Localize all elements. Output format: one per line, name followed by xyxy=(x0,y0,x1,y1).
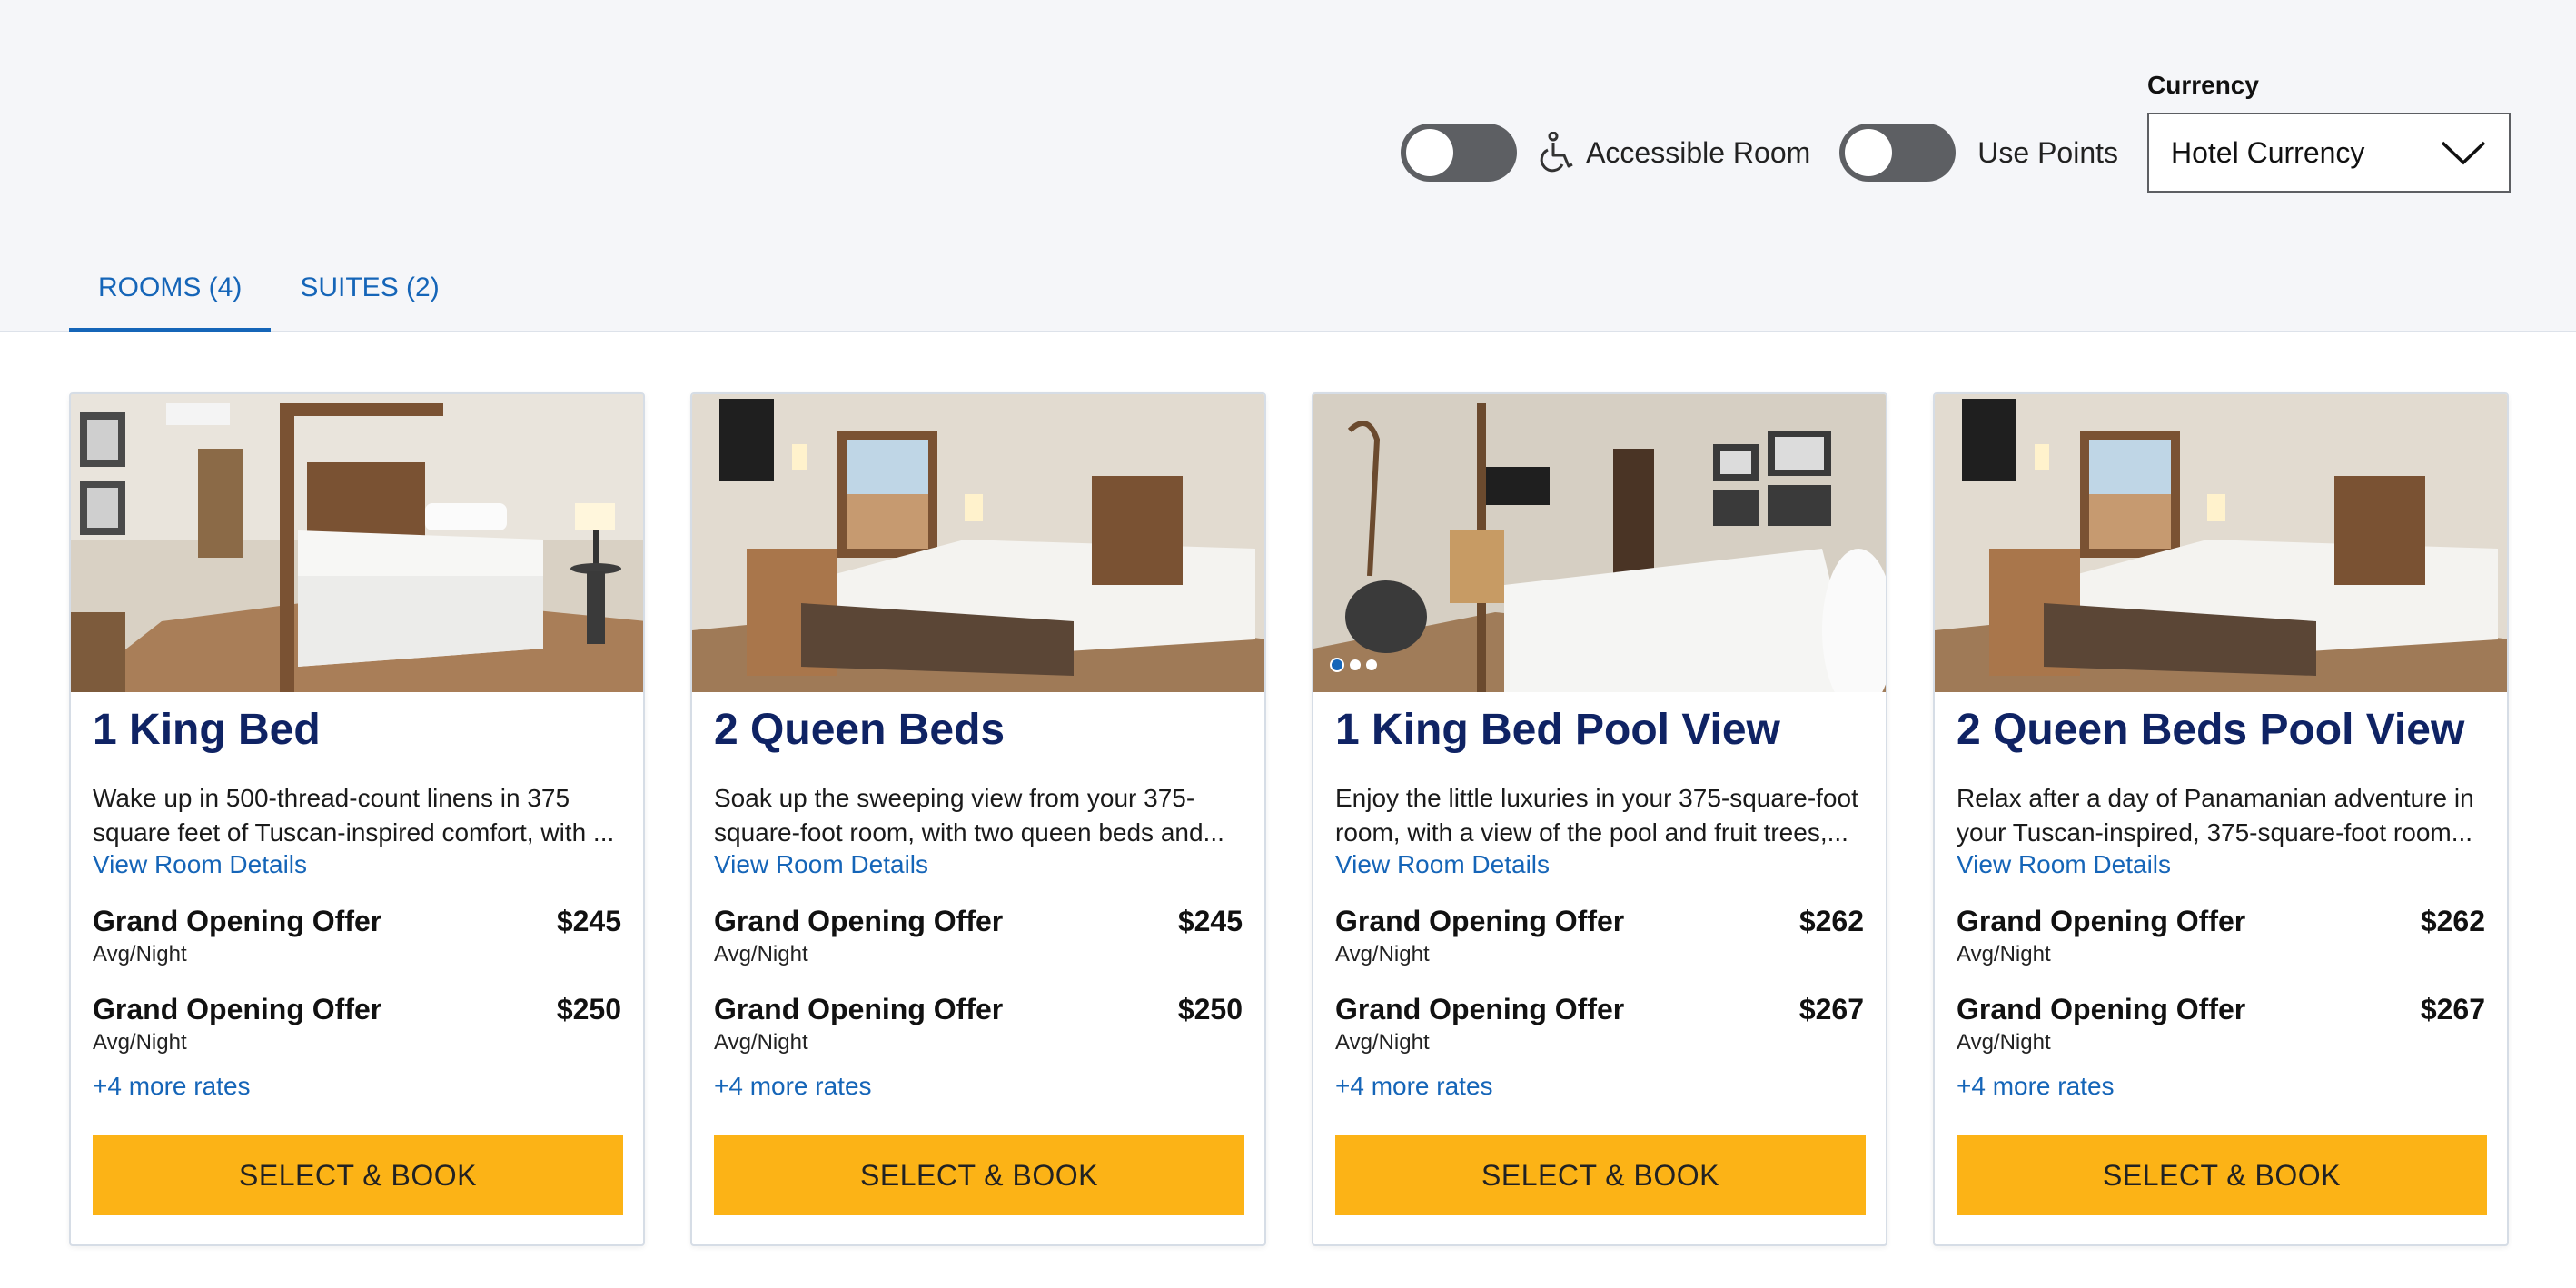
rate-name: Grand Opening Offer xyxy=(1957,905,2246,937)
card-body: 1 King Bed Wake up in 500-thread-count l… xyxy=(71,705,643,1215)
card-body: 2 Queen Beds Soak up the sweeping view f… xyxy=(692,705,1264,1215)
room-description-line: Enjoy the little luxuries in your 375-sq… xyxy=(1335,784,1858,812)
room-title: 2 Queen Beds xyxy=(714,706,1006,754)
select-and-book-button[interactable]: SELECT & BOOK xyxy=(1335,1135,1866,1215)
room-description: Relax after a day of Panamanian adventur… xyxy=(1957,781,2485,850)
room-description-line: Soak up the sweeping view from your 375- xyxy=(714,784,1195,812)
wheelchair-icon xyxy=(1540,132,1573,173)
currency-filter: Currency Hotel Currency xyxy=(2147,71,2511,193)
rate-price: $262 xyxy=(1798,905,1864,937)
rate-price: $250 xyxy=(1177,993,1243,1025)
rate-name: Grand Opening Offer xyxy=(1957,993,2246,1025)
currency-label: Currency xyxy=(2147,71,2259,99)
card-body: 2 Queen Beds Pool View Relax after a day… xyxy=(1935,705,2507,1215)
room-photo[interactable] xyxy=(1935,394,2507,692)
use-points-toggle[interactable] xyxy=(1839,124,1957,182)
view-room-details-link[interactable]: View Room Details xyxy=(1957,850,2485,879)
rate-name: Grand Opening Offer xyxy=(714,993,1004,1025)
room-description-line: square feet of Tuscan-inspired comfort, … xyxy=(93,818,615,847)
more-rates-link[interactable]: +4 more rates xyxy=(1957,1072,2485,1101)
room-description-line: Relax after a day of Panamanian adventur… xyxy=(1957,784,2474,812)
room-description: Enjoy the little luxuries in your 375-sq… xyxy=(1335,781,1864,850)
rate-name: Grand Opening Offer xyxy=(1335,905,1625,937)
room-description: Wake up in 500-thread-count linens in 37… xyxy=(93,781,621,850)
room-card: 1 King Bed Wake up in 500-thread-count l… xyxy=(69,392,645,1246)
room-cards: 1 King Bed Wake up in 500-thread-count l… xyxy=(69,392,2509,1246)
more-rates-link[interactable]: +4 more rates xyxy=(1335,1072,1864,1101)
photo-carousel-dots xyxy=(1330,658,1377,672)
room-card: 2 Queen Beds Pool View Relax after a day… xyxy=(1933,392,2509,1246)
accessible-room-filter: Accessible Room xyxy=(1401,113,1810,193)
more-rates-link[interactable]: +4 more rates xyxy=(714,1072,1243,1101)
room-card: 1 King Bed Pool View Enjoy the little lu… xyxy=(1312,392,1887,1246)
rate-unit: Avg/Night xyxy=(1957,942,2051,966)
select-and-book-button[interactable]: SELECT & BOOK xyxy=(714,1135,1244,1215)
rate-row: Grand Opening Offer $267 xyxy=(1335,993,1864,1026)
rate-row: Grand Opening Offer $267 xyxy=(1957,993,2485,1026)
rate-row: Grand Opening Offer $262 xyxy=(1335,905,1864,938)
select-and-book-button[interactable]: SELECT & BOOK xyxy=(1957,1135,2487,1215)
room-photo[interactable] xyxy=(1313,394,1886,692)
room-card: 2 Queen Beds Soak up the sweeping view f… xyxy=(690,392,1266,1246)
tab-suites[interactable]: SUITES (2) xyxy=(271,263,468,332)
room-title: 2 Queen Beds Pool View xyxy=(1957,706,2465,754)
room-description: Soak up the sweeping view from your 375-… xyxy=(714,781,1243,850)
rate-row: Grand Opening Offer $245 xyxy=(714,905,1243,938)
room-photo[interactable] xyxy=(692,394,1264,692)
rate-price: $267 xyxy=(1798,993,1864,1025)
rate-name: Grand Opening Offer xyxy=(1335,993,1625,1025)
room-title: 1 King Bed Pool View xyxy=(1335,706,1780,754)
rate-price: $245 xyxy=(556,905,621,937)
room-description-line: square-foot room, with two queen beds an… xyxy=(714,818,1224,847)
rate-row: Grand Opening Offer $250 xyxy=(714,993,1243,1026)
toggle-knob xyxy=(1845,129,1893,176)
currency-select[interactable]: Hotel Currency xyxy=(2147,113,2511,193)
card-body: 1 King Bed Pool View Enjoy the little lu… xyxy=(1313,705,1886,1215)
rate-unit: Avg/Night xyxy=(93,942,187,966)
room-title: 1 King Bed xyxy=(93,706,321,754)
rate-price: $245 xyxy=(1177,905,1243,937)
accessible-room-toggle[interactable] xyxy=(1401,124,1518,182)
rate-name: Grand Opening Offer xyxy=(93,905,382,937)
rate-row: Grand Opening Offer $250 xyxy=(93,993,621,1026)
rate-name: Grand Opening Offer xyxy=(714,905,1004,937)
rate-unit: Avg/Night xyxy=(714,1030,808,1055)
view-room-details-link[interactable]: View Room Details xyxy=(714,850,1243,879)
accessible-room-label: Accessible Room xyxy=(1586,135,1811,169)
rate-unit: Avg/Night xyxy=(1335,1030,1430,1055)
rate-unit: Avg/Night xyxy=(714,942,808,966)
more-rates-link[interactable]: +4 more rates xyxy=(93,1072,621,1101)
room-description-line: room, with a view of the pool and fruit … xyxy=(1335,818,1848,847)
filter-bar: Accessible Room Use Points Currency Hote… xyxy=(0,0,2576,332)
room-description-line: Wake up in 500-thread-count linens in 37… xyxy=(93,784,570,812)
rate-row: Grand Opening Offer $262 xyxy=(1957,905,2485,938)
carousel-dot[interactable] xyxy=(1330,658,1344,672)
carousel-dot[interactable] xyxy=(1366,659,1377,670)
rate-unit: Avg/Night xyxy=(1957,1030,2051,1055)
chevron-down-icon xyxy=(2441,141,2486,165)
view-room-details-link[interactable]: View Room Details xyxy=(93,850,621,879)
rate-name: Grand Opening Offer xyxy=(93,993,382,1025)
rate-row: Grand Opening Offer $245 xyxy=(93,905,621,938)
room-type-tabs: ROOMS (4) SUITES (2) xyxy=(69,263,469,332)
filter-controls: Accessible Room Use Points Currency Hote… xyxy=(1401,71,2511,193)
tab-rooms[interactable]: ROOMS (4) xyxy=(69,263,272,332)
rate-price: $262 xyxy=(2420,905,2485,937)
carousel-dot[interactable] xyxy=(1350,659,1361,670)
room-photo[interactable] xyxy=(71,394,643,692)
select-and-book-button[interactable]: SELECT & BOOK xyxy=(93,1135,623,1215)
use-points-filter: Use Points xyxy=(1839,113,2118,193)
currency-value: Hotel Currency xyxy=(2171,135,2365,169)
rate-unit: Avg/Night xyxy=(1335,942,1430,966)
view-room-details-link[interactable]: View Room Details xyxy=(1335,850,1864,879)
rate-unit: Avg/Night xyxy=(93,1030,187,1055)
use-points-label: Use Points xyxy=(1977,135,2118,169)
rate-price: $250 xyxy=(556,993,621,1025)
rate-price: $267 xyxy=(2420,993,2485,1025)
room-description-line: your Tuscan-inspired, 375-square-foot ro… xyxy=(1957,818,2473,847)
toggle-knob xyxy=(1406,129,1454,176)
